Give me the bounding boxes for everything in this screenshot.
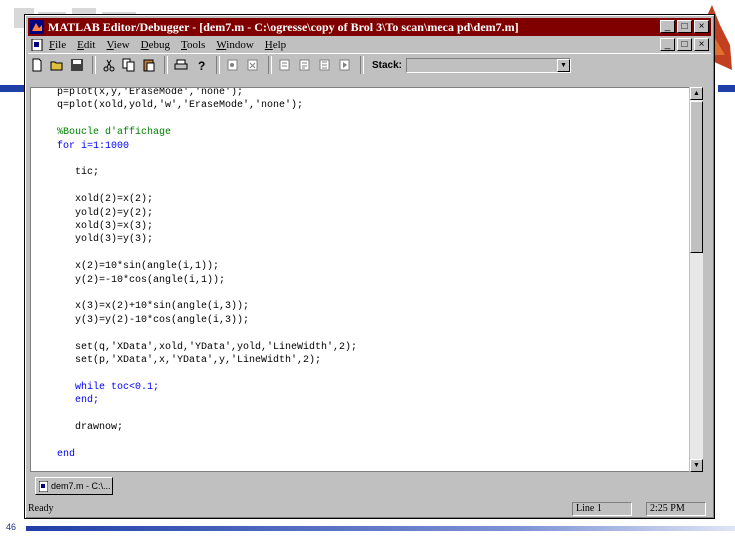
save-disk-icon	[71, 59, 83, 71]
scrollbar-thumb[interactable]	[690, 101, 703, 253]
document-icon	[39, 480, 48, 492]
menu-help[interactable]: Help	[265, 39, 286, 51]
toolbar-separator	[360, 56, 364, 74]
code-line[interactable]: y(2)=-10*cos(angle(i,1));	[57, 275, 225, 287]
document-tab-bar: dem7.m - C:\...	[28, 475, 711, 499]
step-in-button[interactable]	[276, 56, 294, 74]
step-over-button[interactable]	[296, 56, 314, 74]
copy-button[interactable]	[120, 56, 138, 74]
step-over-icon	[299, 59, 310, 71]
menu-file[interactable]: File	[49, 39, 66, 51]
menu-view[interactable]: View	[106, 39, 129, 51]
stack-label: Stack:	[372, 59, 403, 71]
print-button[interactable]	[172, 56, 190, 74]
code-line[interactable]: while toc<0.1;	[57, 382, 159, 394]
close-button[interactable]: ×	[694, 20, 709, 33]
paste-icon	[143, 59, 155, 72]
code-line[interactable]: y(3)=y(2)-10*cos(angle(i,3));	[57, 315, 249, 327]
scroll-up-button[interactable]: ▲	[690, 87, 703, 100]
slide-footer: 46	[0, 520, 735, 540]
matlab-app-icon[interactable]	[30, 20, 44, 34]
code-line[interactable]: xold(3)=x(3);	[57, 221, 153, 233]
help-icon: ?	[198, 59, 205, 72]
code-line[interactable]: p=plot(x,y,'EraseMode','none');	[57, 88, 243, 99]
doc-close-button[interactable]: ×	[694, 38, 709, 51]
stack-dropdown[interactable]: ▼	[406, 57, 572, 73]
scissors-icon	[103, 59, 115, 72]
continue-icon	[339, 59, 350, 71]
code-line[interactable]: yold(3)=y(3);	[57, 234, 153, 246]
document-icon[interactable]	[31, 39, 43, 51]
svg-text:?: ?	[198, 59, 205, 72]
toolbar-separator	[268, 56, 272, 74]
code-editor[interactable]: p=plot(x,y,'EraseMode','none'); q=plot(xo…	[30, 87, 691, 472]
set-breakpoint-button[interactable]	[224, 56, 242, 74]
code-line[interactable]: set(p,'XData',x,'YData',y,'LineWidth',2)…	[57, 355, 321, 367]
doc-restore-button[interactable]: □	[677, 38, 692, 51]
code-line[interactable]: set(q,'XData',xold,'YData',yold,'LineWid…	[57, 342, 357, 354]
code-line[interactable]: x(3)=x(2)+10*sin(angle(i,3));	[57, 301, 249, 313]
maximize-button[interactable]: □	[677, 20, 692, 33]
toolbar: ? Stack: ▼	[28, 53, 711, 76]
menu-tools[interactable]: Tools	[181, 39, 205, 51]
code-line[interactable]: yold(2)=y(2);	[57, 208, 153, 220]
breakpoint-clear-icon	[247, 59, 258, 71]
copy-icon	[122, 58, 135, 72]
open-file-button[interactable]	[48, 56, 66, 74]
document-tab-label: dem7.m - C:\...	[51, 481, 111, 491]
new-file-icon	[32, 58, 42, 72]
status-ready-text: Ready	[28, 503, 54, 514]
open-folder-icon	[50, 61, 63, 71]
code-line[interactable]: x(2)=10*sin(angle(i,1));	[57, 261, 219, 273]
new-file-button[interactable]	[28, 56, 46, 74]
step-in-icon	[279, 59, 290, 71]
toolbar-separator	[216, 56, 220, 74]
slide-page-number: 46	[6, 522, 17, 532]
status-line-number: Line 1	[572, 502, 632, 516]
menu-bar: File Edit View Debug Tools Window Help _…	[28, 37, 711, 53]
code-line[interactable]: %Boucle d'affichage	[57, 127, 171, 139]
code-line[interactable]: drawnow;	[57, 422, 123, 434]
minimize-button[interactable]: _	[660, 20, 675, 33]
slide-accent-left	[0, 85, 26, 92]
doc-minimize-button[interactable]: _	[660, 38, 675, 51]
breakpoint-set-icon	[227, 59, 238, 71]
vertical-scrollbar[interactable]: ▲ ▼	[689, 87, 703, 472]
title-bar[interactable]: MATLAB Editor/Debugger - [dem7.m - C:\og…	[28, 18, 711, 36]
code-line[interactable]: end;	[57, 395, 99, 407]
continue-button[interactable]	[336, 56, 354, 74]
footer-bar	[26, 526, 735, 531]
code-line[interactable]: tic;	[57, 167, 99, 179]
step-out-button[interactable]	[316, 56, 334, 74]
code-line[interactable]: q=plot(xold,yold,'w','EraseMode','none')…	[57, 100, 303, 112]
status-bar: Ready Line 1 2:25 PM	[28, 501, 711, 517]
menu-edit[interactable]: Edit	[77, 39, 95, 51]
matlab-editor-window: MATLAB Editor/Debugger - [dem7.m - C:\og…	[24, 14, 715, 519]
menu-debug[interactable]: Debug	[141, 39, 170, 51]
code-line[interactable]: xold(2)=x(2);	[57, 194, 153, 206]
help-button[interactable]: ?	[192, 56, 210, 74]
code-line[interactable]: end	[57, 449, 75, 461]
window-title: MATLAB Editor/Debugger - [dem7.m - C:\og…	[48, 19, 519, 34]
code-line[interactable]: for i=1:1000	[57, 141, 129, 153]
cut-button[interactable]	[100, 56, 118, 74]
dropdown-arrow-icon[interactable]: ▼	[557, 58, 571, 72]
scroll-down-button[interactable]: ▼	[690, 459, 703, 472]
menu-window[interactable]: Window	[216, 39, 253, 51]
printer-icon	[174, 59, 188, 70]
clear-breakpoints-button[interactable]	[244, 56, 262, 74]
save-button[interactable]	[68, 56, 86, 74]
status-time: 2:25 PM	[646, 502, 706, 516]
toolbar-separator	[164, 56, 168, 74]
slide-accent-right	[718, 85, 735, 92]
toolbar-separator	[92, 56, 96, 74]
step-out-icon	[319, 59, 330, 71]
paste-button[interactable]	[140, 56, 158, 74]
document-tab[interactable]: dem7.m - C:\...	[35, 477, 113, 495]
